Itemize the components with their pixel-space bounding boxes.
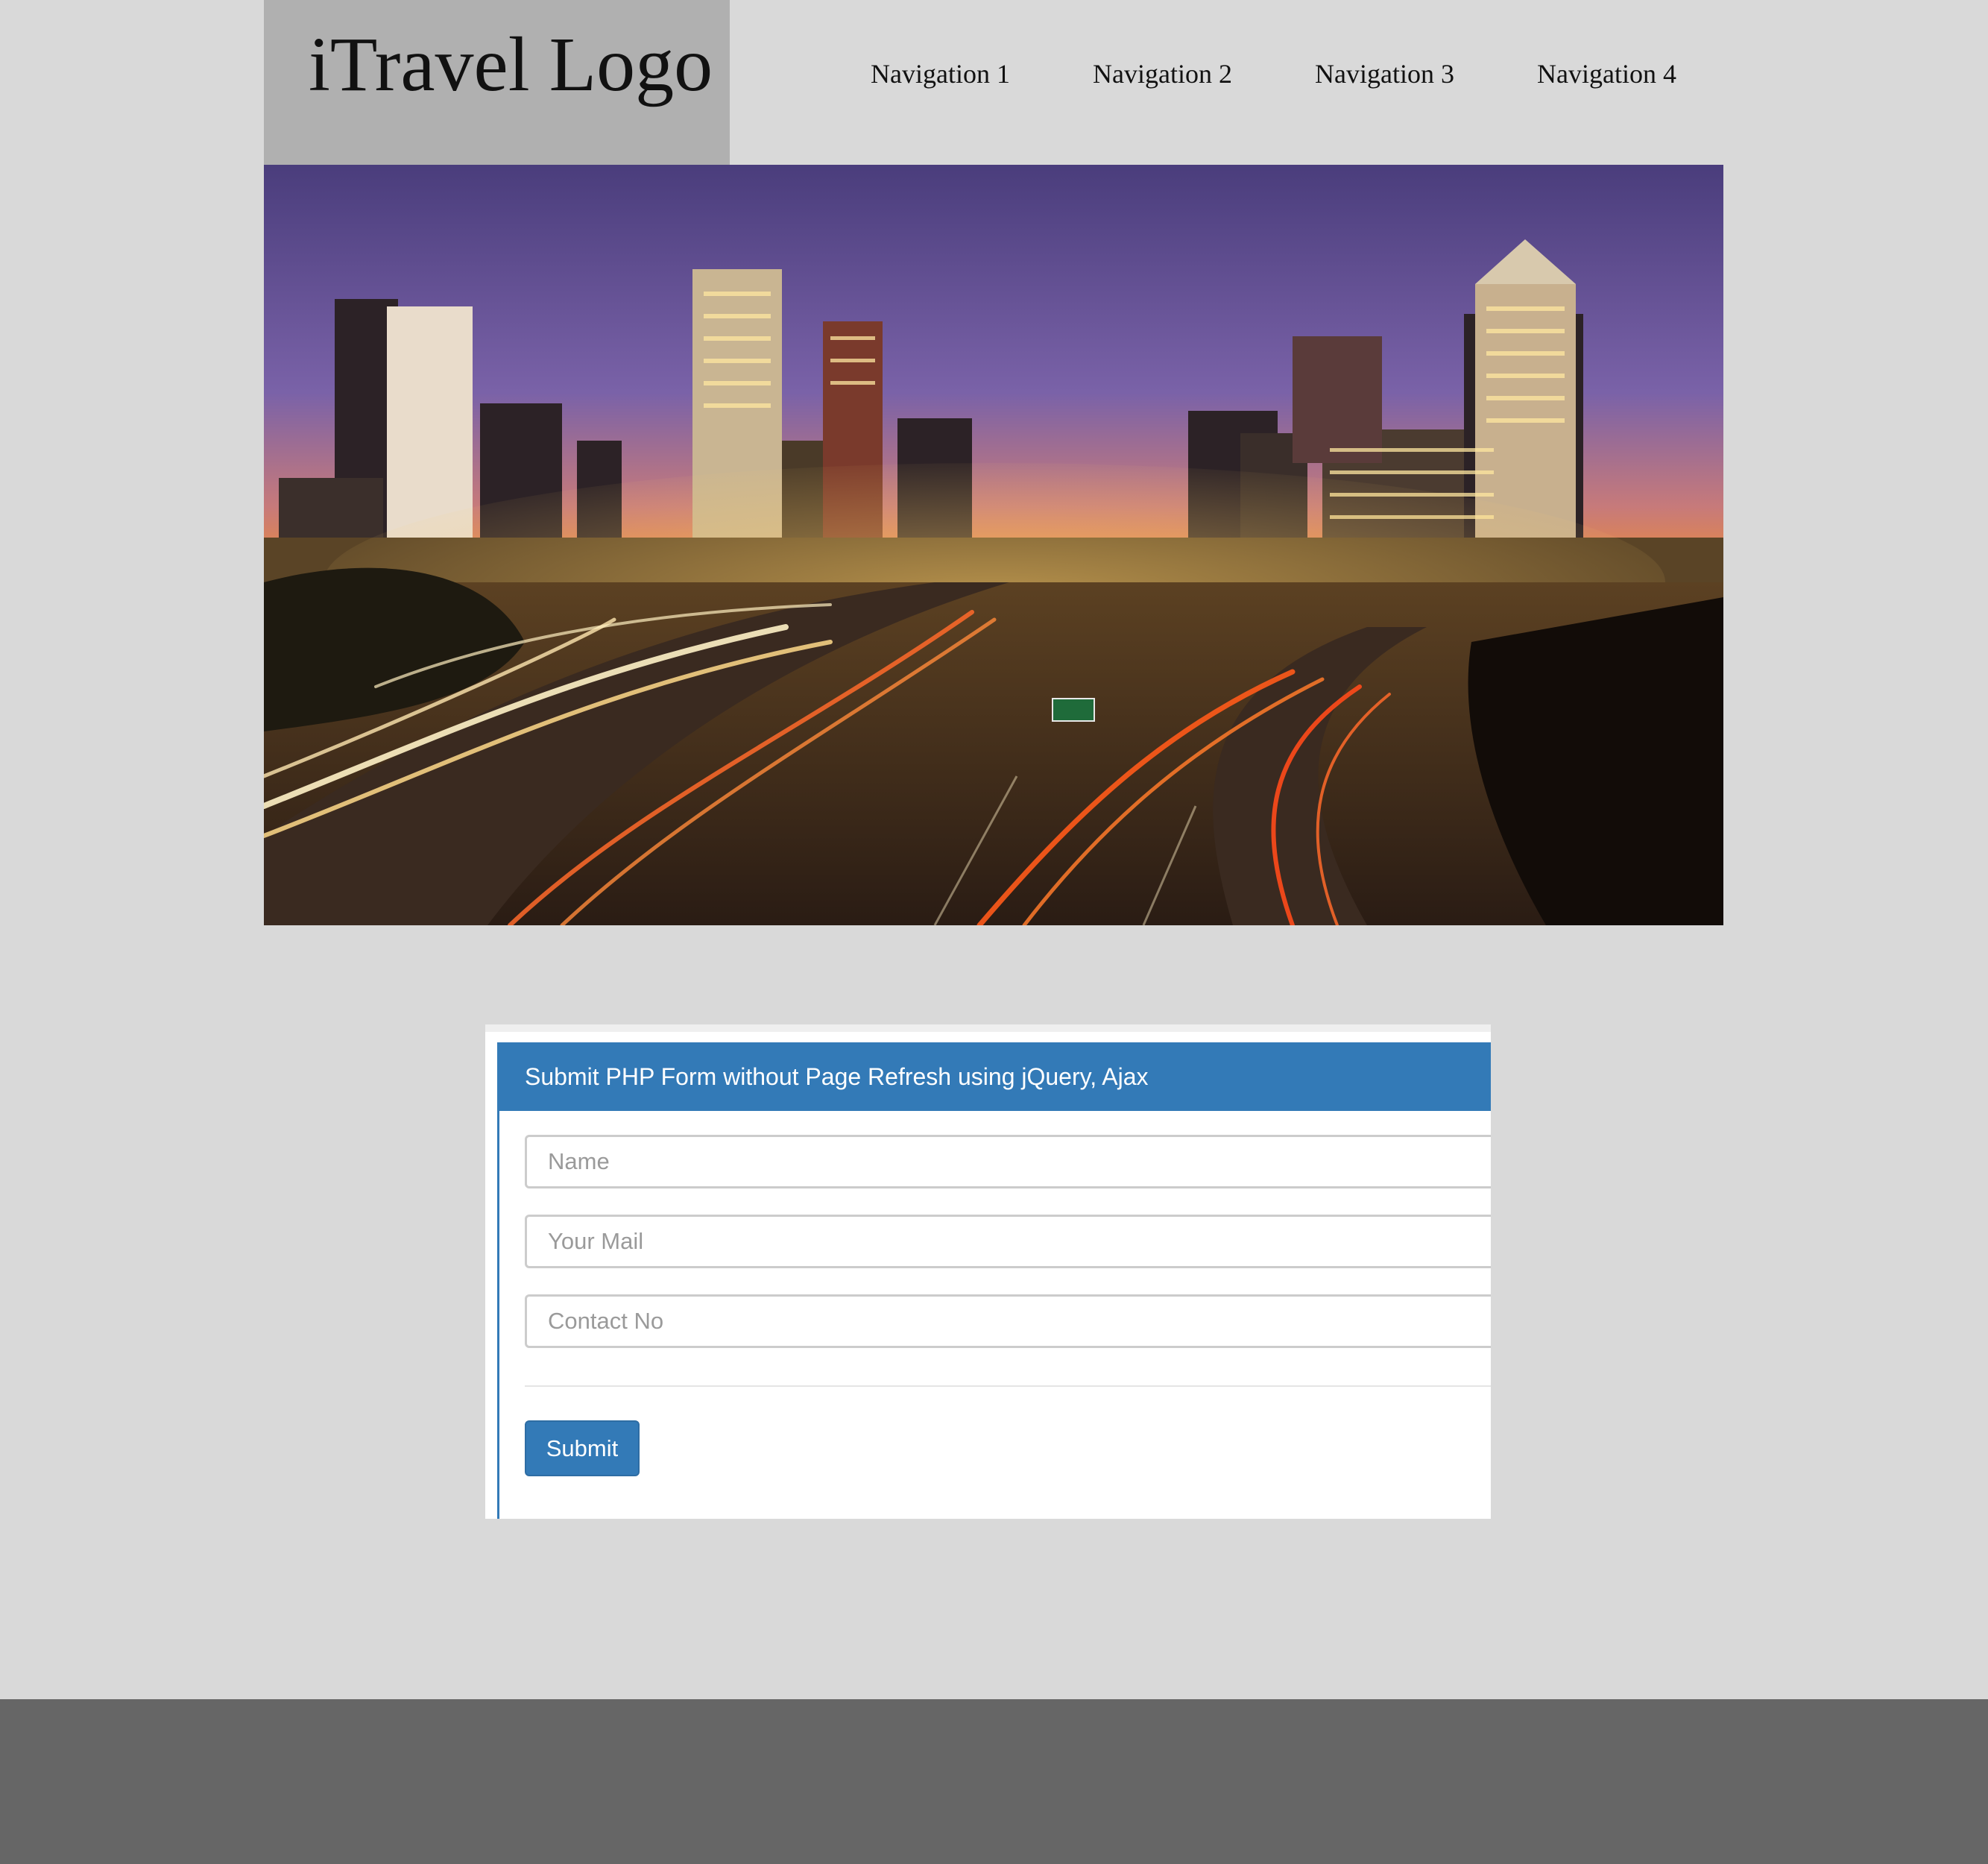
- contact-form-panel: Submit PHP Form without Page Refresh usi…: [485, 1024, 1491, 1519]
- email-input[interactable]: [525, 1215, 1491, 1268]
- form-heading: Submit PHP Form without Page Refresh usi…: [499, 1042, 1491, 1111]
- form-container: Submit PHP Form without Page Refresh usi…: [497, 1042, 1491, 1519]
- nav-item-4[interactable]: Navigation 4: [1537, 58, 1676, 89]
- site-logo[interactable]: iTravel Logo: [309, 22, 713, 107]
- nav-item-3[interactable]: Navigation 3: [1315, 58, 1454, 89]
- logo-box[interactable]: iTravel Logo: [264, 0, 730, 165]
- submit-button[interactable]: Submit: [525, 1420, 640, 1476]
- site-header: iTravel Logo Navigation 1 Navigation 2 N…: [264, 0, 1723, 165]
- site-footer: [0, 1699, 1988, 1864]
- name-input[interactable]: [525, 1135, 1491, 1188]
- nav-item-1[interactable]: Navigation 1: [871, 58, 1010, 89]
- hero-image: [264, 165, 1723, 925]
- nav-item-2[interactable]: Navigation 2: [1093, 58, 1232, 89]
- contact-number-input[interactable]: [525, 1294, 1491, 1348]
- form-divider: [525, 1385, 1491, 1387]
